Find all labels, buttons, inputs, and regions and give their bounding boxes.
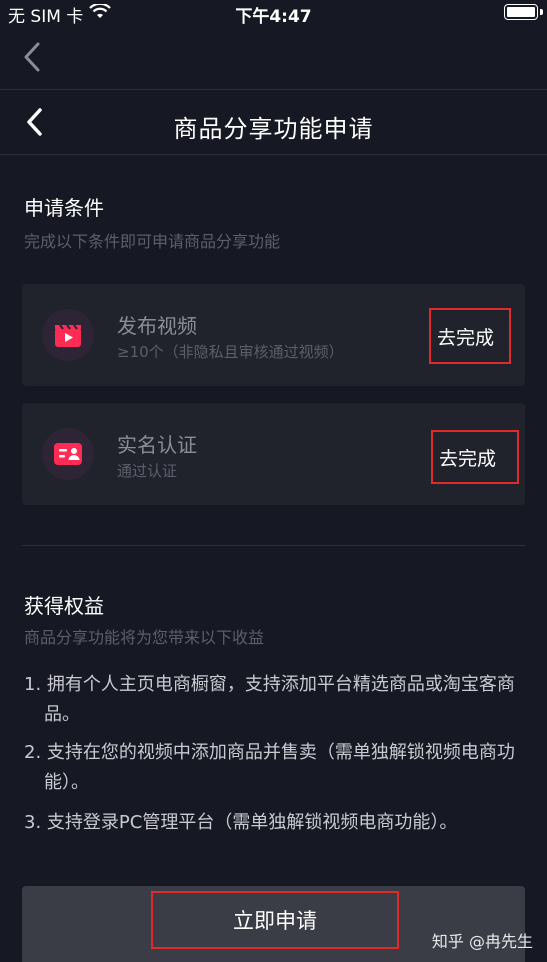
- condition-card-video: 发布视频 ≥10个（非隐私且审核通过视频） 去完成: [22, 284, 525, 386]
- battery-tip: [540, 9, 543, 15]
- conditions-subtitle: 完成以下条件即可申请商品分享功能: [24, 232, 281, 251]
- complete-video-button[interactable]: 去完成: [429, 308, 511, 364]
- benefit-item: 1. 拥有个人主页电商橱窗，支持添加平台精选商品或淘宝客商品。: [24, 674, 515, 725]
- condition-title: 实名认证: [117, 433, 197, 457]
- status-bar: 无 SIM 卡 下午4:47: [0, 0, 547, 27]
- condition-card-verification: 实名认证 通过认证 去完成: [22, 403, 525, 505]
- conditions-title: 申请条件: [24, 196, 104, 220]
- nav-bar: 商品分享功能申请: [0, 91, 547, 155]
- apply-button[interactable]: 立即申请: [151, 891, 399, 949]
- outer-back-button[interactable]: [18, 40, 48, 74]
- watermark: 知乎 @冉先生: [431, 932, 533, 951]
- complete-verification-button[interactable]: 去完成: [431, 430, 519, 484]
- benefit-item: 2. 支持在您的视频中添加商品并售卖（需单独解锁视频电商功能）。: [24, 742, 515, 793]
- condition-title: 发布视频: [117, 314, 197, 338]
- id-card-icon: [42, 428, 94, 480]
- page-title: 商品分享功能申请: [173, 115, 374, 143]
- condition-desc: ≥10个（非隐私且审核通过视频）: [117, 343, 344, 361]
- benefit-item: 3. 支持登录PC管理平台（需单独解锁视频电商功能）。: [24, 812, 458, 833]
- outer-nav-bar: [0, 24, 547, 90]
- benefits-subtitle: 商品分享功能将为您带来以下收益: [24, 628, 265, 647]
- chevron-left-icon: [24, 42, 40, 72]
- video-clapper-icon: [42, 309, 94, 361]
- condition-desc: 通过认证: [117, 462, 178, 480]
- battery-icon: [504, 4, 538, 20]
- section-divider: [22, 545, 525, 546]
- benefits-title: 获得权益: [24, 594, 104, 618]
